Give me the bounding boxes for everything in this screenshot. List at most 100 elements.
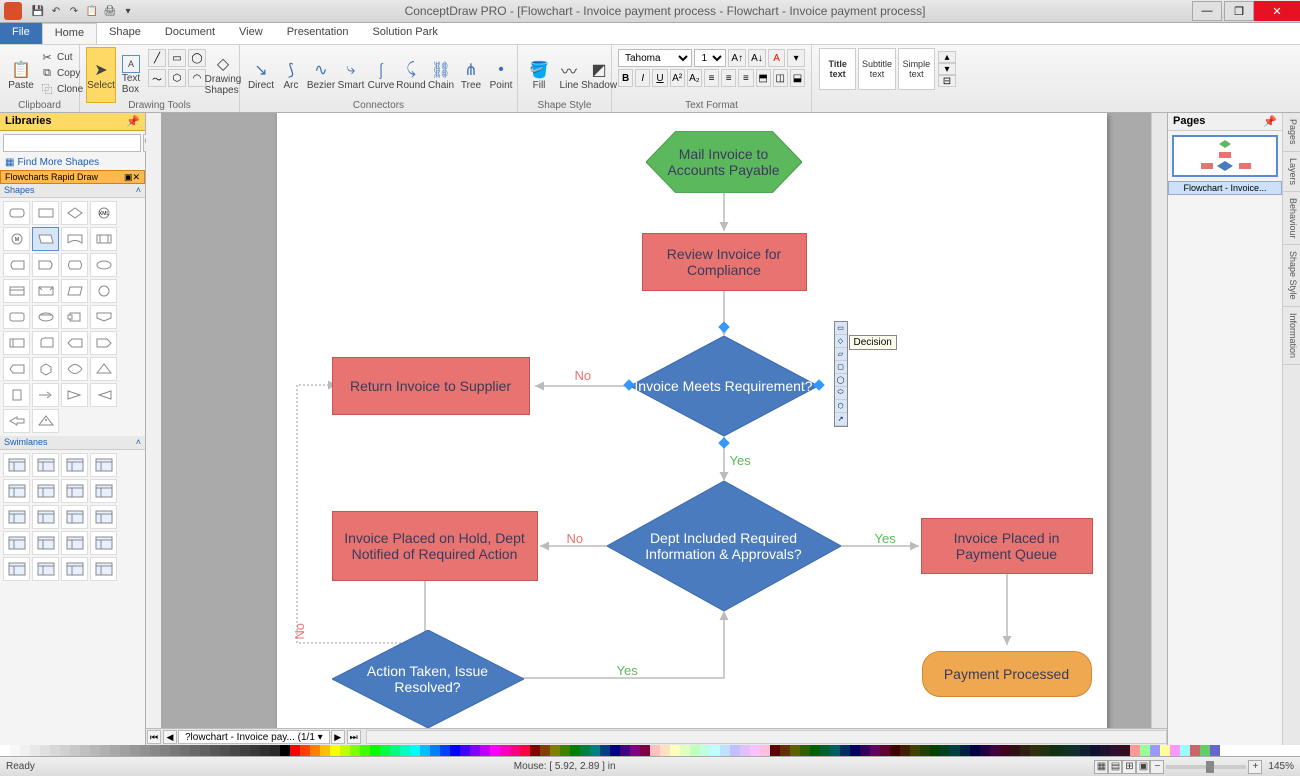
palette-swatch[interactable] — [90, 745, 100, 756]
smart-opt-3[interactable]: ▱ — [835, 348, 847, 361]
palette-swatch[interactable] — [1030, 745, 1040, 756]
shape-cell[interactable] — [32, 201, 59, 225]
palette-swatch[interactable] — [790, 745, 800, 756]
palette-swatch[interactable] — [20, 745, 30, 756]
shape-cell[interactable]: XML — [90, 201, 117, 225]
palette-swatch[interactable] — [250, 745, 260, 756]
textbox-tool[interactable]: AText Box — [116, 47, 146, 103]
rect-tool-icon[interactable]: ▭ — [168, 49, 186, 67]
palette-swatch[interactable] — [440, 745, 450, 756]
shape-cell[interactable] — [90, 227, 117, 251]
palette-swatch[interactable] — [630, 745, 640, 756]
shape-cell[interactable] — [3, 357, 30, 381]
fc-queue[interactable]: Invoice Placed in Payment Queue — [921, 518, 1093, 574]
palette-swatch[interactable] — [610, 745, 620, 756]
swimlane-cell[interactable] — [90, 453, 117, 477]
palette-swatch[interactable] — [870, 745, 880, 756]
palette-swatch[interactable] — [950, 745, 960, 756]
page-area[interactable]: Mail Invoice to Accounts Payable Review … — [162, 113, 1151, 728]
swimlane-cell[interactable] — [32, 479, 59, 503]
poly-tool-icon[interactable]: ⬡ — [168, 69, 186, 87]
collapse-icon[interactable]: ˄ — [136, 185, 141, 196]
zoom-out-button[interactable]: − — [1150, 760, 1164, 774]
palette-swatch[interactable] — [650, 745, 660, 756]
font-color-icon[interactable]: A — [768, 49, 786, 67]
fc-review[interactable]: Review Invoice for Compliance — [642, 233, 807, 291]
tab-document[interactable]: Document — [153, 23, 227, 44]
view-mode-3-icon[interactable]: ⊞ — [1122, 760, 1136, 774]
palette-swatch[interactable] — [240, 745, 250, 756]
library-section-header[interactable]: Flowcharts Rapid Draw▣✕ — [0, 170, 145, 184]
shape-cell[interactable] — [90, 383, 117, 407]
tab-presentation[interactable]: Presentation — [275, 23, 361, 44]
shadow-button[interactable]: ◩Shadow — [584, 47, 614, 103]
palette-swatch[interactable] — [410, 745, 420, 756]
palette-swatch[interactable] — [100, 745, 110, 756]
shape-cell[interactable] — [90, 279, 117, 303]
palette-swatch[interactable] — [330, 745, 340, 756]
shape-cell[interactable] — [90, 331, 117, 355]
paste-button[interactable]: 📋Paste — [6, 47, 36, 103]
title-text-style[interactable]: Title text — [819, 48, 856, 90]
palette-swatch[interactable] — [310, 745, 320, 756]
arc-tool-icon[interactable]: ◠ — [188, 69, 206, 87]
palette-swatch[interactable] — [40, 745, 50, 756]
palette-swatch[interactable] — [570, 745, 580, 756]
shape-cell[interactable] — [61, 331, 88, 355]
close-button[interactable]: ✕ — [1254, 1, 1300, 21]
shape-cell[interactable] — [3, 383, 30, 407]
drawing-shapes-button[interactable]: ◇Drawing Shapes — [208, 47, 238, 103]
palette-swatch[interactable] — [560, 745, 570, 756]
valign-mid-icon[interactable]: ◫ — [773, 69, 788, 87]
line-tool-icon[interactable]: ╱ — [148, 49, 166, 67]
page-prev-icon[interactable]: ◀ — [163, 730, 177, 744]
page-first-icon[interactable]: ⏮ — [147, 730, 161, 744]
page-last-icon[interactable]: ⏭ — [347, 730, 361, 744]
palette-swatch[interactable] — [480, 745, 490, 756]
palette-swatch[interactable] — [600, 745, 610, 756]
palette-swatch[interactable] — [1040, 745, 1050, 756]
fill-button[interactable]: 🪣Fill — [524, 47, 554, 103]
palette-swatch[interactable] — [840, 745, 850, 756]
palette-swatch[interactable] — [780, 745, 790, 756]
smart-opt-4[interactable]: ▢ — [835, 361, 847, 374]
palette-swatch[interactable] — [810, 745, 820, 756]
fc-return[interactable]: Return Invoice to Supplier — [332, 357, 530, 415]
curve-tool-icon[interactable]: 〜 — [148, 69, 166, 87]
shape-cell[interactable] — [32, 279, 59, 303]
palette-swatch[interactable] — [390, 745, 400, 756]
palette-swatch[interactable] — [510, 745, 520, 756]
shape-cell[interactable] — [32, 305, 59, 329]
shape-cell[interactable] — [61, 227, 88, 251]
palette-swatch[interactable] — [420, 745, 430, 756]
palette-swatch[interactable] — [110, 745, 120, 756]
tab-view[interactable]: View — [227, 23, 275, 44]
italic-button[interactable]: I — [635, 69, 650, 87]
palette-swatch[interactable] — [900, 745, 910, 756]
palette-swatch[interactable] — [430, 745, 440, 756]
palette-swatch[interactable] — [150, 745, 160, 756]
palette-swatch[interactable] — [130, 745, 140, 756]
palette-swatch[interactable] — [990, 745, 1000, 756]
palette-swatch[interactable] — [180, 745, 190, 756]
palette-swatch[interactable] — [640, 745, 650, 756]
tab-solution-park[interactable]: Solution Park — [360, 23, 449, 44]
shape-cell[interactable] — [32, 383, 59, 407]
palette-swatch[interactable] — [190, 745, 200, 756]
palette-swatch[interactable] — [660, 745, 670, 756]
direct-connector[interactable]: ↘Direct — [246, 47, 276, 103]
smart-opt-7[interactable]: ⬡ — [835, 400, 847, 413]
palette-swatch[interactable] — [860, 745, 870, 756]
bezier-connector[interactable]: ∿Bezier — [306, 47, 336, 103]
smart-opt-1[interactable]: ▭ — [835, 322, 847, 335]
swimlane-cell[interactable] — [61, 453, 88, 477]
page-next-icon[interactable]: ▶ — [331, 730, 345, 744]
shapes-subheader[interactable]: Shapes˄ — [0, 184, 145, 198]
palette-swatch[interactable] — [1140, 745, 1150, 756]
smart-opt-2[interactable]: ◇ — [835, 335, 847, 348]
shape-cell[interactable] — [32, 227, 59, 251]
palette-swatch[interactable] — [30, 745, 40, 756]
shape-cell[interactable] — [61, 357, 88, 381]
palette-swatch[interactable] — [320, 745, 330, 756]
qat-redo-icon[interactable]: ↷ — [66, 3, 82, 19]
